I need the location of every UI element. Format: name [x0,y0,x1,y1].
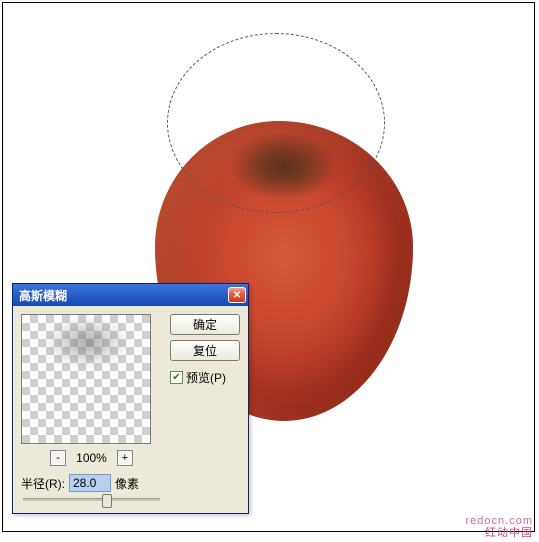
close-button[interactable]: ✕ [228,287,246,303]
close-icon: ✕ [233,290,241,301]
radius-input[interactable] [69,474,111,492]
preview-content [42,315,132,370]
plus-icon: + [122,453,128,464]
zoom-out-button[interactable]: - [50,450,66,466]
minus-icon: - [56,453,60,464]
slider-thumb[interactable] [102,494,112,508]
selection-marquee [167,33,385,213]
zoom-value: 100% [76,451,107,465]
filter-preview[interactable] [21,314,151,444]
preview-checkbox[interactable]: ✔ [170,371,183,384]
zoom-in-button[interactable]: + [117,450,133,466]
ok-button[interactable]: 确定 [170,314,240,335]
dialog-title: 高斯模糊 [19,287,228,304]
dialog-titlebar[interactable]: 高斯模糊 ✕ [13,284,248,306]
radius-unit: 像素 [115,475,139,492]
watermark: redocn.com 红动中国 [466,515,533,540]
watermark-cn: 红动中国 [466,527,533,540]
watermark-en: redocn.com [466,515,533,528]
radius-label: 半径(R): [21,475,65,492]
reset-button[interactable]: 复位 [170,340,240,361]
radius-slider[interactable] [23,498,160,501]
gaussian-blur-dialog: 高斯模糊 ✕ - 100% + 半径(R): 像素 [12,283,249,514]
preview-checkbox-label: 预览(P) [186,369,226,386]
preview-checkbox-row[interactable]: ✔ 预览(P) [170,369,240,386]
